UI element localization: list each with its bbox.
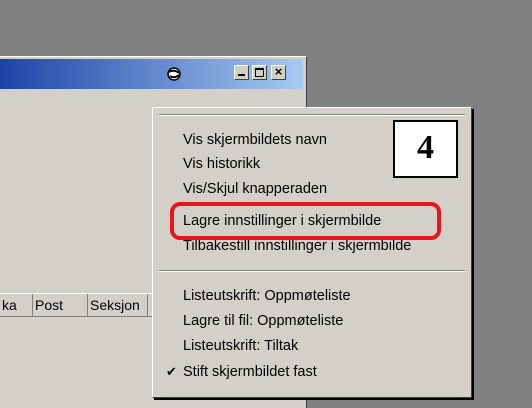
highlight-frame [170, 202, 441, 240]
menu-item-vis-skjermbildets-navn[interactable]: Vis skjermbildets navn [183, 130, 327, 150]
app-globe-icon[interactable] [165, 65, 183, 83]
column-header-ka[interactable]: ka [0, 294, 33, 316]
maximize-button[interactable] [252, 65, 267, 80]
close-button[interactable]: × [271, 64, 286, 80]
checkmark-icon: ✔ [166, 364, 177, 379]
column-header-post[interactable]: Post [33, 294, 88, 316]
menu-item-vis-skjul-knapperaden[interactable]: Vis/Skjul knapperaden [183, 179, 327, 199]
menu-item-stift-skjermbildet-fast[interactable]: Stift skjermbildet fast [183, 362, 317, 382]
window-titlebar[interactable]: × [0, 59, 303, 89]
context-menu: Vis skjermbildets navn Vis historikk Vis… [152, 107, 472, 398]
menu-separator-middle [159, 270, 465, 272]
minimize-button[interactable] [234, 65, 249, 80]
close-icon: × [274, 64, 283, 79]
step-number-badge: 4 [393, 120, 458, 178]
menu-item-vis-historikk[interactable]: Vis historikk [183, 154, 260, 174]
menu-separator-top [159, 114, 465, 116]
column-header-seksjon[interactable]: Seksjon [88, 294, 148, 316]
menu-item-lagre-til-fil[interactable]: Lagre til fil: Oppmøteliste [183, 311, 343, 331]
menu-item-listeutskrift-oppmoteliste[interactable]: Listeutskrift: Oppmøteliste [183, 286, 351, 306]
menu-item-listeutskrift-tiltak[interactable]: Listeutskrift: Tiltak [183, 336, 298, 356]
